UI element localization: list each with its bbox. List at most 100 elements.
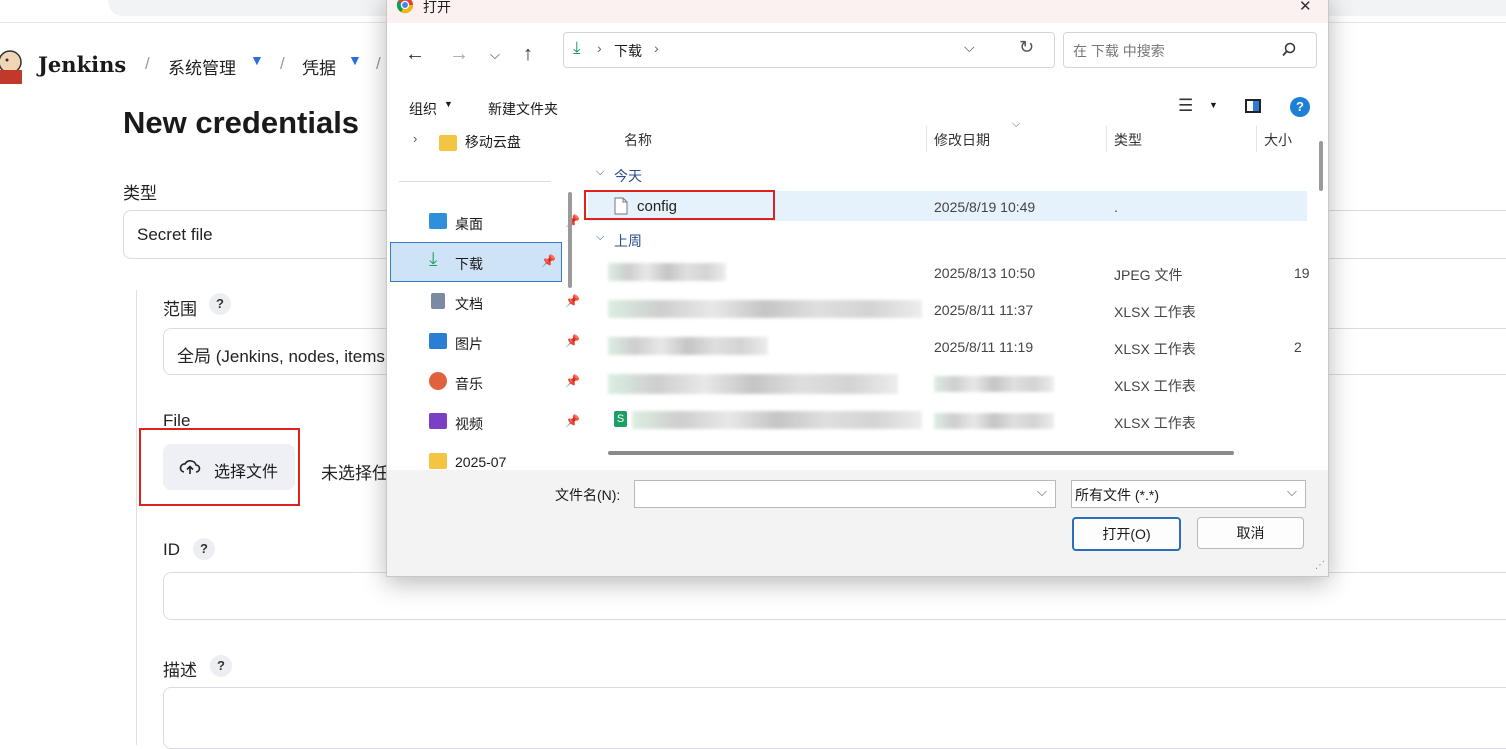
document-icon	[431, 293, 445, 309]
view-dropdown-icon[interactable]: ▼	[1209, 100, 1218, 110]
search-box[interactable]: 在 下载 中搜索	[1063, 32, 1317, 68]
nav-item-desktop[interactable]: 桌面 📌	[413, 202, 585, 240]
breadcrumb-manage[interactable]: 系统管理	[168, 54, 236, 79]
file-date: 2025/8/11 11:37	[934, 302, 1034, 318]
refresh-icon[interactable]: ↻	[1019, 37, 1034, 58]
column-type[interactable]: 类型	[1114, 130, 1142, 150]
file-type: XLSX 工作表	[1114, 304, 1196, 320]
blurred-date	[934, 413, 1054, 429]
file-date: 2025/8/11 11:19	[934, 339, 1034, 355]
pin-icon: 📌	[541, 254, 556, 268]
cancel-button[interactable]: 取消	[1197, 517, 1304, 549]
nav-item-documents[interactable]: 文档 📌	[413, 282, 585, 320]
organize-dropdown-icon[interactable]: ▼	[444, 99, 453, 109]
file-row[interactable]: S XLSX 工作表	[588, 405, 1307, 435]
search-placeholder: 在 下载 中搜索	[1073, 43, 1165, 59]
column-size[interactable]: 大小	[1264, 130, 1292, 150]
no-file-chosen-text: 未选择任	[321, 464, 389, 483]
forward-arrow-icon[interactable]: →	[449, 43, 469, 66]
nav-item-videos[interactable]: 视频 📌	[413, 402, 585, 440]
download-icon: ⤓	[429, 249, 438, 270]
dialog-footer: 文件名(N): ⌵ 所有文件 (*.*) ⌵ 打开(O) 取消 ⋰	[387, 470, 1328, 576]
file-list: 名称 ⌵ 修改日期 类型 大小 ⌵ 今天 config 2025/8/19 10…	[584, 118, 1323, 470]
breadcrumb-credentials[interactable]: 凭据	[302, 54, 336, 79]
dialog-titlebar: 打开 ✕	[387, 0, 1328, 23]
filename-input[interactable]: ⌵	[634, 480, 1056, 508]
id-input[interactable]	[163, 572, 1506, 620]
resize-grip-icon[interactable]: ⋰	[1315, 560, 1325, 571]
close-icon[interactable]: ✕	[1299, 0, 1312, 15]
music-icon	[429, 372, 447, 390]
file-row[interactable]: 2025/8/11 11:37 XLSX 工作表	[588, 294, 1307, 324]
file-type: .	[1114, 199, 1118, 215]
dialog-title: 打开	[423, 0, 451, 15]
recent-dropdown-icon[interactable]: ⌵	[490, 47, 500, 63]
highlight-box	[584, 190, 775, 220]
description-help-icon[interactable]: ?	[210, 655, 232, 677]
chevron-down-icon[interactable]: ⌵	[1287, 484, 1297, 500]
file-row[interactable]: 2025/8/13 10:50 JPEG 文件 19	[588, 257, 1310, 287]
nav-scrollbar[interactable]	[568, 192, 572, 288]
nav-item-downloads[interactable]: ⤓ 下载 📌	[390, 242, 562, 282]
type-select-value: Secret file	[137, 225, 213, 244]
desktop-icon	[429, 213, 447, 229]
description-label: 描述	[163, 661, 197, 680]
file-size: 2	[1294, 339, 1302, 355]
vertical-scrollbar[interactable]	[1319, 141, 1323, 191]
scope-select-value: 全局 (Jenkins, nodes, items	[177, 347, 385, 366]
nav-item-pictures[interactable]: 图片 📌	[413, 322, 585, 360]
back-arrow-icon[interactable]: ←	[405, 43, 425, 66]
jenkins-logo-icon	[0, 50, 22, 84]
nav-item-music[interactable]: 音乐 📌	[413, 362, 585, 400]
open-button[interactable]: 打开(O)	[1072, 517, 1181, 551]
chrome-icon	[396, 0, 414, 14]
path-chevron-icon: ›	[597, 40, 602, 56]
column-date[interactable]: 修改日期	[934, 130, 990, 150]
up-arrow-icon[interactable]: ↑	[523, 43, 533, 66]
file-size: 19	[1294, 265, 1310, 281]
jenkins-brand[interactable]: Jenkins	[38, 52, 126, 77]
download-icon: ⤓	[573, 38, 581, 57]
path-segment-downloads[interactable]: 下载	[614, 41, 642, 61]
file-type: XLSX 工作表	[1114, 415, 1196, 431]
group-collapse-icon[interactable]: ⌵	[596, 166, 604, 179]
column-name[interactable]: 名称	[624, 130, 652, 150]
breadcrumb-separator: /	[376, 54, 381, 73]
horizontal-scrollbar[interactable]	[608, 451, 1234, 455]
blurred-filename	[632, 411, 922, 429]
file-row[interactable]: 2025/8/11 11:19 XLSX 工作表 2	[588, 331, 1307, 361]
pin-icon: 📌	[565, 294, 580, 308]
path-bar[interactable]: ⤓ › 下载 › ⌵ ↻	[563, 32, 1055, 68]
scope-label: 范围	[163, 300, 197, 319]
column-divider	[1256, 126, 1257, 152]
folder-icon	[429, 453, 447, 469]
chevron-down-icon[interactable]: ▼	[348, 52, 362, 68]
scope-help-icon[interactable]: ?	[209, 293, 231, 315]
new-folder-button[interactable]: 新建文件夹	[488, 99, 558, 119]
filetype-select[interactable]: 所有文件 (*.*) ⌵	[1071, 480, 1306, 508]
expand-chevron-icon[interactable]: ›	[413, 131, 417, 146]
pin-icon: 📌	[565, 334, 580, 348]
file-type: JPEG 文件	[1114, 267, 1183, 283]
search-icon[interactable]	[1281, 42, 1297, 58]
chevron-down-icon[interactable]: ⌵	[1037, 484, 1047, 500]
group-collapse-icon[interactable]: ⌵	[596, 231, 604, 244]
organize-menu[interactable]: 组织	[409, 99, 437, 119]
nav-item-cloud[interactable]: 移动云盘	[439, 132, 521, 152]
view-list-icon[interactable]: ☰	[1178, 96, 1193, 116]
chevron-down-icon[interactable]: ▼	[250, 52, 264, 68]
highlight-box	[139, 428, 300, 506]
group-today[interactable]: 今天	[614, 166, 642, 186]
blurred-date	[934, 376, 1054, 392]
preview-pane-icon[interactable]	[1245, 99, 1261, 113]
path-dropdown-icon[interactable]: ⌵	[964, 39, 975, 56]
file-row[interactable]: XLSX 工作表	[588, 368, 1307, 398]
blurred-filename	[608, 263, 726, 281]
video-icon	[429, 413, 447, 429]
id-help-icon[interactable]: ?	[193, 538, 215, 560]
folder-icon	[439, 135, 457, 152]
description-input[interactable]	[163, 687, 1506, 749]
nav-item-2025-07[interactable]: 2025-07	[413, 442, 585, 470]
group-last-week[interactable]: 上周	[614, 231, 642, 251]
help-icon[interactable]: ?	[1290, 97, 1310, 117]
